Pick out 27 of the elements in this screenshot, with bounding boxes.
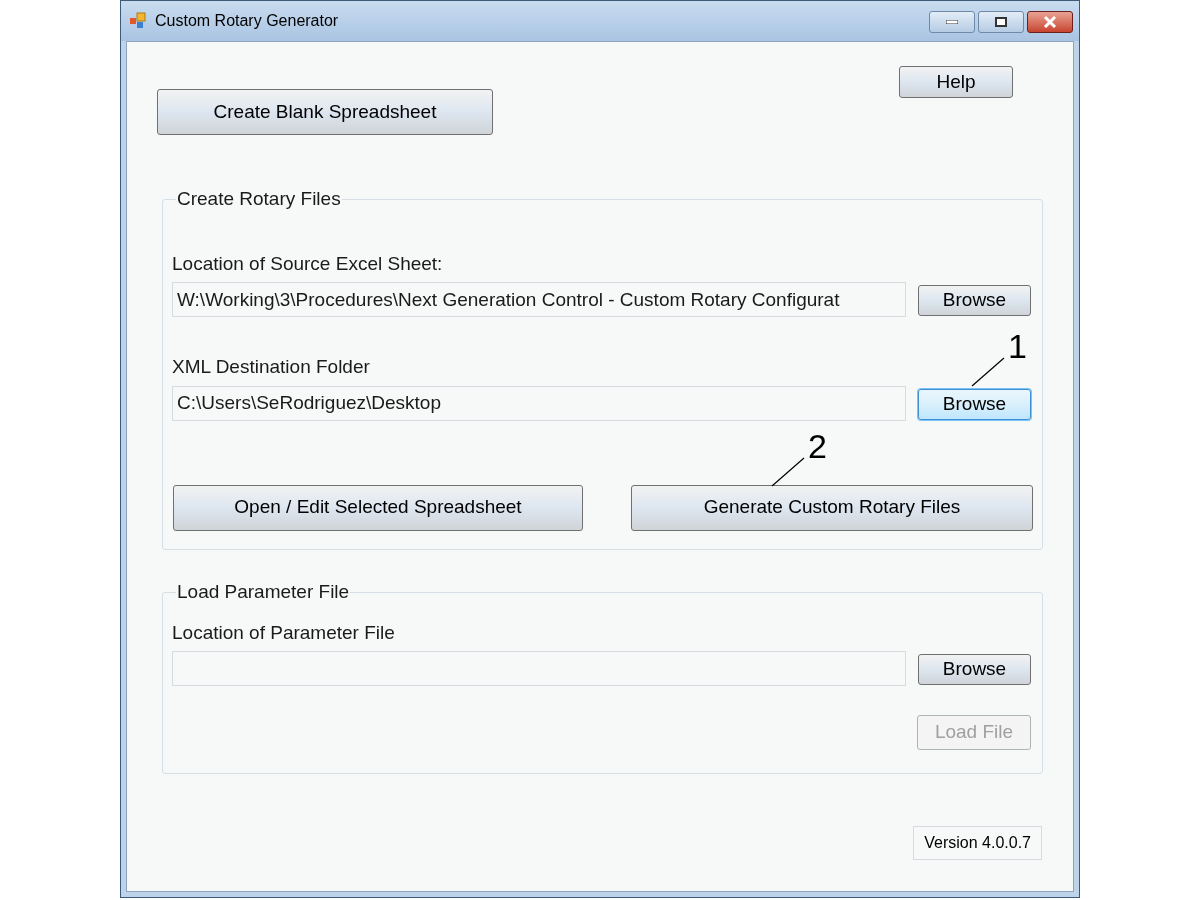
- callout-number: 2: [808, 427, 827, 465]
- path-field[interactable]: W:\Working\3\Procedures\Next Generation Control - Custom Rotary Configurat: [172, 282, 906, 317]
- create-blank-button[interactable]: Create Blank Spreadsheet: [157, 89, 493, 135]
- close-icon: [1043, 16, 1057, 28]
- maximize-icon: [995, 17, 1007, 27]
- group-title: Create Rotary Files: [176, 187, 342, 211]
- window-title: Custom Rotary Generator: [155, 11, 339, 31]
- action-button[interactable]: Open / Edit Selected Spreadsheet: [173, 484, 583, 531]
- field-label: XML Destination Folder: [172, 355, 370, 379]
- help-button[interactable]: Help: [899, 66, 1013, 98]
- browse-button[interactable]: Browse: [918, 654, 1031, 685]
- browse-button[interactable]: Browse: [918, 388, 1031, 420]
- leader-line: [771, 457, 805, 487]
- leader-line: [971, 357, 1005, 387]
- browse-button[interactable]: Browse: [918, 285, 1031, 316]
- minimize-icon: [946, 20, 958, 24]
- callout-number: 1: [1008, 327, 1027, 365]
- maximize-button[interactable]: [978, 11, 1024, 33]
- action-button[interactable]: Generate Custom Rotary Files: [631, 484, 1033, 531]
- group-title: Load Parameter File: [176, 580, 351, 604]
- path-field[interactable]: [172, 651, 906, 686]
- app-icon: [129, 12, 147, 30]
- close-button[interactable]: [1027, 11, 1073, 33]
- version-label: Version 4.0.0.7: [913, 826, 1042, 860]
- field-label: Location of Parameter File: [172, 620, 395, 645]
- path-field[interactable]: C:\Users\SeRodriguez\Desktop: [172, 385, 906, 421]
- field-label: Location of Source Excel Sheet:: [172, 251, 443, 276]
